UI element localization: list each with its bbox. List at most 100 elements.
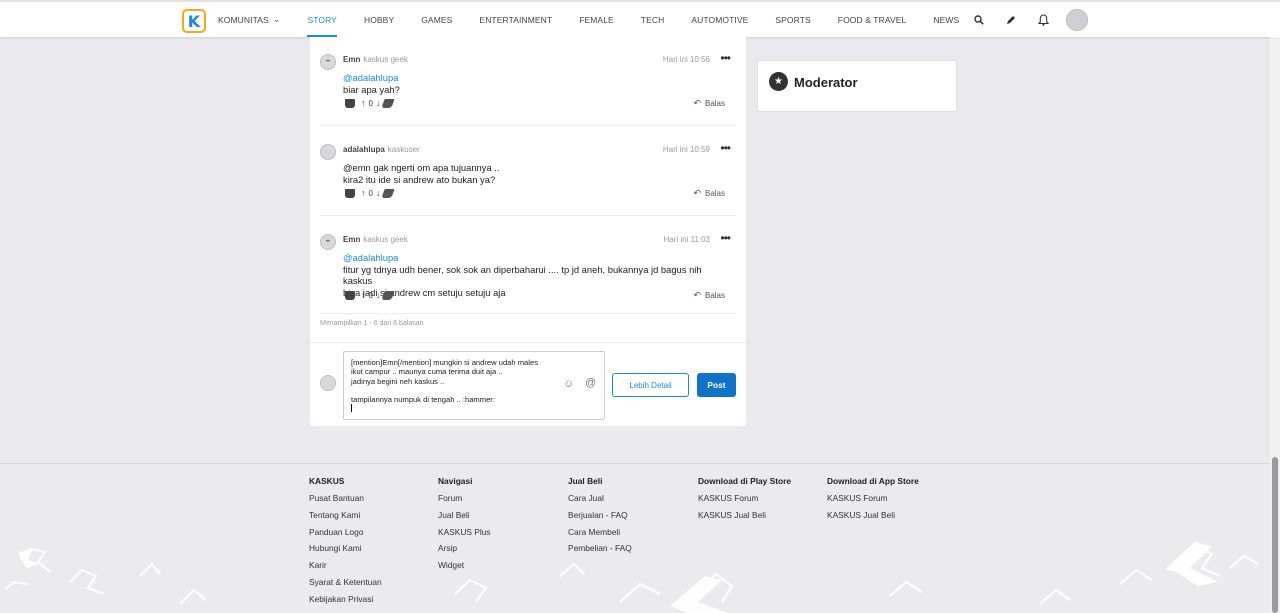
vote-actions: ↑ 0 ↓ [345, 290, 396, 300]
footer-link[interactable]: Pembelian - FAQ [568, 543, 632, 560]
cendol-icon[interactable] [345, 98, 355, 108]
divider [320, 215, 736, 216]
more-options-icon[interactable]: ••• [720, 231, 731, 245]
nav-actions [970, 9, 1088, 31]
chevron-down-icon: ⌄ [272, 14, 281, 24]
footer-link[interactable]: KASKUS Forum [698, 493, 791, 510]
footer-link[interactable]: Panduan Logo [309, 527, 382, 544]
footer-heading: Jual Beli [568, 476, 603, 486]
reply-label: Balas [704, 189, 725, 198]
footer-link[interactable]: Cara Membeli [568, 527, 632, 544]
footer-link[interactable]: Hubungi Kami [309, 543, 382, 560]
avatar[interactable] [320, 144, 336, 160]
page-scrollbar[interactable] [1270, 37, 1280, 613]
nav-automotive[interactable]: AUTOMOTIVE [691, 2, 748, 37]
kaskus-logo[interactable]: K [182, 9, 206, 33]
nav-sports[interactable]: SPORTS [775, 2, 810, 37]
footer-link[interactable]: KASKUS Plus [438, 527, 491, 544]
bata-icon[interactable] [381, 188, 396, 198]
reply-button[interactable]: ↶ Balas [693, 290, 725, 301]
nav-news[interactable]: NEWS [933, 2, 959, 37]
footer-heading: Download di App Store [827, 476, 919, 486]
upvote-icon[interactable]: ↑ [361, 98, 366, 108]
moderator-panel: ★ Moderator [757, 60, 957, 112]
comment-username[interactable]: Emn [343, 235, 360, 244]
comment-rank: kaskuser [387, 145, 420, 154]
nav-hobby[interactable]: HOBBY [364, 2, 394, 37]
pencil-icon[interactable] [1002, 10, 1020, 30]
footer-link[interactable]: Tentang Kami [309, 510, 382, 527]
reply-button[interactable]: ↶ Balas [693, 188, 725, 199]
comment-line: bisa jadi si andrew cm setuju setuju aja [343, 286, 506, 298]
nav-label: HOBBY [363, 14, 395, 25]
nav-entertainment[interactable]: ENTERTAINMENT [479, 2, 552, 37]
nav-label: FEMALE [579, 14, 614, 25]
nav-label: NEWS [933, 14, 960, 25]
cendol-icon[interactable] [345, 188, 355, 198]
nav-games[interactable]: GAMES [421, 2, 452, 37]
star-icon: ★ [769, 72, 788, 91]
footer-col-app-store: Download di App Store KASKUS Forum KASKU… [827, 476, 919, 527]
footer-link[interactable]: Arsip [438, 543, 491, 560]
search-icon[interactable] [970, 10, 988, 30]
more-options-icon[interactable]: ••• [720, 141, 731, 155]
logo-letter: K [187, 11, 201, 31]
comment-username[interactable]: adalahlupa [343, 145, 385, 154]
footer-link[interactable]: Karir [309, 560, 382, 577]
comment-meta: adalahlupa kaskuser [343, 145, 420, 154]
avatar[interactable]: •• [320, 234, 336, 250]
pagination-info: Menampilkan 1 - 6 dari 6 balasan [320, 320, 424, 327]
comment-rank: kaskus geek [363, 55, 408, 64]
cendol-icon[interactable] [345, 290, 355, 300]
downvote-icon[interactable]: ↓ [376, 98, 381, 108]
vote-actions: ↑ 0 ↓ [345, 188, 396, 198]
footer-link[interactable]: Cara Jual [568, 493, 632, 510]
footer-link[interactable]: KASKUS Forum [827, 493, 919, 510]
mention-link[interactable]: @adalahlupa [343, 72, 733, 84]
bata-icon[interactable] [381, 290, 396, 300]
footer-link[interactable]: KASKUS Jual Beli [698, 510, 791, 527]
nav-label: GAMES [421, 14, 453, 25]
footer-link[interactable]: Syarat & Ketentuan [309, 577, 382, 594]
reply-icon: ↶ [693, 290, 701, 300]
nav-food-travel[interactable]: FOOD & TRAVEL [838, 2, 907, 37]
downvote-icon[interactable]: ↓ [376, 290, 381, 300]
nav-tech[interactable]: TECH [641, 2, 665, 37]
emoji-icon[interactable]: ☺ [563, 378, 574, 390]
nav-komunitas[interactable]: KOMUNITAS ⌄ [218, 2, 280, 37]
mention-link[interactable]: @adalahlupa [343, 252, 733, 264]
avatar [320, 375, 336, 391]
footer-col-navigasi: Navigasi Forum Jual Beli KASKUS Plus Ars… [438, 476, 491, 577]
reply-button[interactable]: ↶ Balas [693, 98, 725, 109]
vote-count: 0 [368, 188, 373, 198]
text-caret [351, 404, 352, 413]
footer-link[interactable]: Berjualan - FAQ [568, 510, 632, 527]
avatar[interactable]: •• [320, 54, 336, 70]
footer-link[interactable]: Kebijakan Privasi [309, 594, 382, 611]
comment-time: Hari ini 10:56 [662, 55, 710, 64]
scrollbar-thumb[interactable] [1272, 457, 1278, 613]
footer-col-jual-beli: Jual Beli Cara Jual Berjualan - FAQ Cara… [568, 476, 632, 560]
upvote-icon[interactable]: ↑ [361, 290, 366, 300]
more-detail-button[interactable]: Lebih Detail [612, 373, 689, 397]
nav-story[interactable]: STORY [307, 2, 338, 37]
bata-icon[interactable] [381, 98, 396, 108]
avatar[interactable] [1066, 9, 1088, 31]
downvote-icon[interactable]: ↓ [376, 188, 381, 198]
more-options-icon[interactable]: ••• [720, 51, 731, 65]
footer-link[interactable]: Pusat Bantuan [309, 493, 382, 510]
nav-female[interactable]: FEMALE [579, 2, 614, 37]
vote-count: 0 [368, 98, 373, 108]
at-icon[interactable]: @ [585, 377, 596, 389]
nav-label: STORY [307, 14, 337, 25]
divider [320, 125, 736, 126]
footer-link[interactable]: KASKUS Jual Beli [827, 510, 919, 527]
post-button[interactable]: Post [697, 373, 736, 397]
footer-link[interactable]: Forum [438, 493, 491, 510]
footer-link[interactable]: Jual Beli [438, 510, 491, 527]
bell-icon[interactable] [1034, 10, 1052, 30]
comment-username[interactable]: Emn [343, 55, 360, 64]
upvote-icon[interactable]: ↑ [361, 188, 366, 198]
footer-link[interactable]: Widget [438, 560, 491, 577]
comment-thread: •• Emn kaskus geek Hari ini 10:56 ••• @ad… [310, 37, 746, 426]
